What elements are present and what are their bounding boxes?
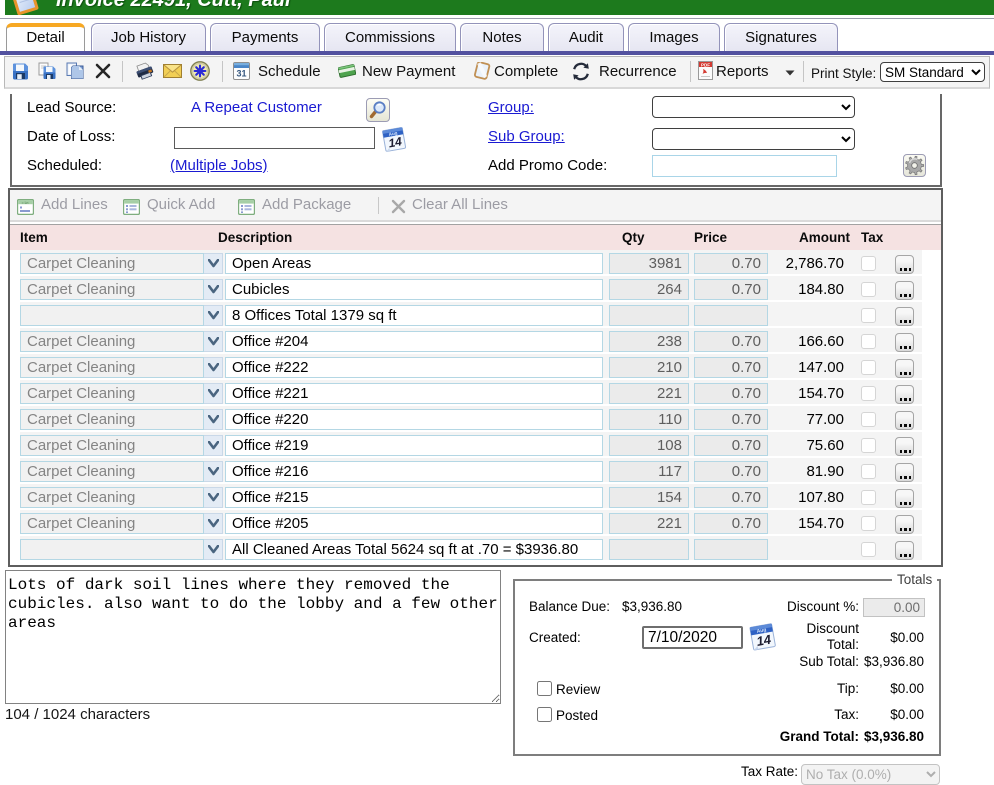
svg-text:31: 31	[236, 69, 246, 79]
svg-text:14: 14	[387, 134, 403, 150]
svg-text:PDF: PDF	[701, 62, 710, 67]
svg-text:= Ln: = Ln	[22, 201, 29, 205]
